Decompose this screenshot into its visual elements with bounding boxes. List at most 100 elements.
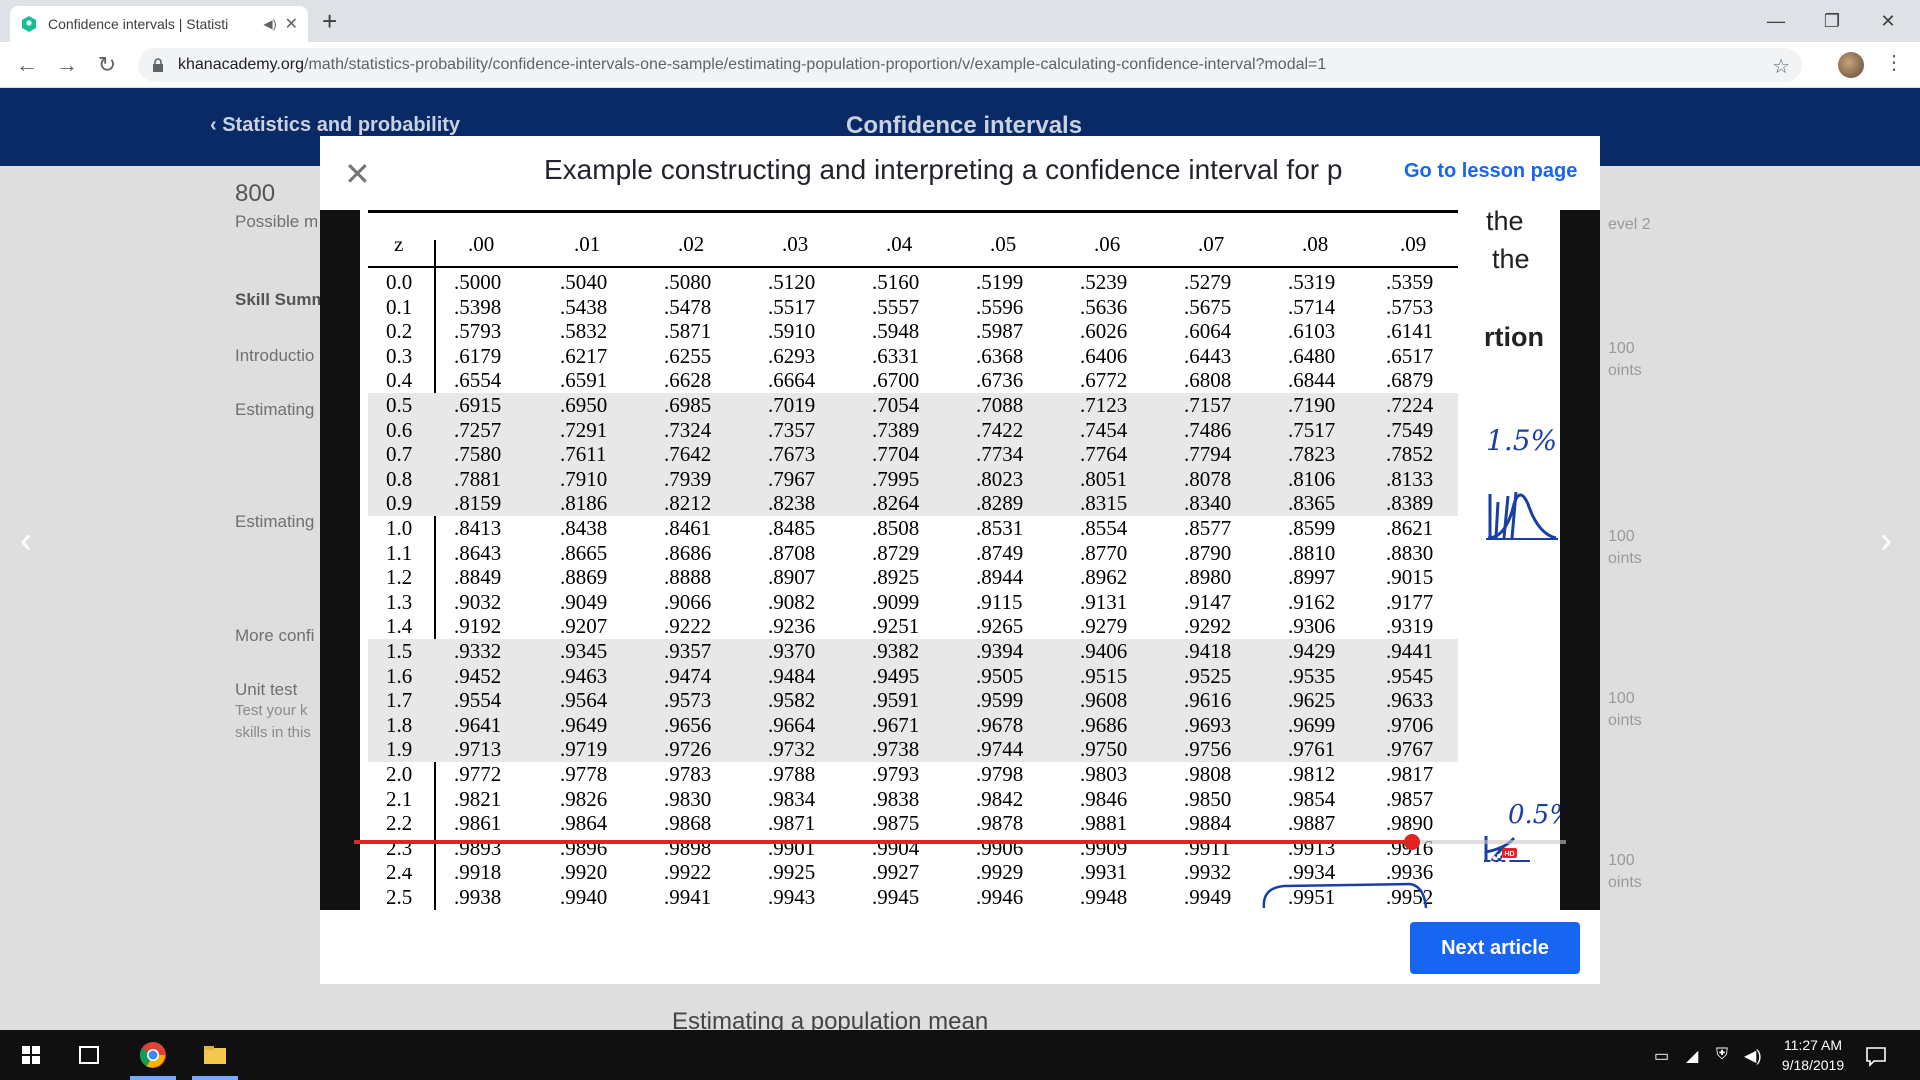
probability-cell: .9319	[1386, 614, 1434, 639]
probability-cell: .7357	[768, 417, 816, 442]
probability-cell: .9881	[1080, 811, 1128, 836]
speaker-icon[interactable]: ◀)	[1744, 1046, 1762, 1066]
breadcrumb-label: Statistics and probability	[222, 114, 461, 136]
tab-title: Confidence intervals | Statisti	[48, 16, 229, 32]
probability-cell: .9418	[1184, 639, 1232, 663]
battery-icon[interactable]: ▭	[1654, 1046, 1669, 1066]
probability-cell: .5714	[1288, 294, 1336, 319]
z-value-cell: 1.2	[386, 565, 413, 590]
next-article-button[interactable]: Next article	[1410, 922, 1580, 974]
settings-gear-icon[interactable]: HD	[1488, 848, 1518, 876]
audio-playing-icon[interactable]: ◀)	[263, 17, 276, 31]
close-window-icon[interactable]: ✕	[1860, 0, 1916, 42]
probability-cell: .7995	[872, 466, 920, 491]
probability-cell: .9778	[560, 762, 608, 786]
progress-scrubber[interactable]	[1404, 834, 1421, 850]
go-to-lesson-link[interactable]: Go to lesson page	[1404, 160, 1577, 183]
probability-cell: .8133	[1386, 466, 1434, 491]
video-player[interactable]: z .00 .01 .02 .03 .04 .05 .06 .07 .08 .09 0.0 .5000…	[320, 210, 1600, 910]
z-value-cell: 1.0	[386, 516, 413, 540]
bookmark-star-icon[interactable]: ☆	[1772, 54, 1790, 79]
previous-arrow-icon[interactable]: ‹	[20, 519, 32, 561]
profile-avatar[interactable]	[1838, 52, 1864, 78]
sidebar-item-estimating-1[interactable]: Estimating	[235, 400, 314, 420]
chrome-active-indicator	[130, 1076, 176, 1080]
probability-cell: .8810	[1288, 540, 1336, 565]
notifications-icon[interactable]	[1864, 1044, 1888, 1068]
reload-icon[interactable]: ↻	[92, 50, 122, 80]
probability-cell: .8790	[1184, 540, 1232, 565]
video-progress-bar[interactable]	[354, 834, 1566, 850]
windows-taskbar	[0, 1030, 1920, 1080]
probability-cell: .5319	[1288, 270, 1336, 294]
captions-icon[interactable]: CC	[1442, 854, 1464, 870]
security-shield-icon[interactable]: ⛨	[1716, 1046, 1728, 1064]
probability-cell: .7486	[1184, 417, 1232, 442]
table-row: 0.8 .7881 .7910 .7939 .7967 .7995 .8023 .8051 .8…	[368, 466, 1458, 492]
forward-icon[interactable]: →	[52, 50, 82, 80]
z-value-cell: 1.4	[386, 614, 413, 639]
browser-tab[interactable]: Confidence intervals | Statisti ◀) ✕	[10, 6, 308, 42]
probability-cell: .9772	[454, 762, 502, 786]
probability-cell: .6368	[976, 343, 1024, 368]
volume-icon[interactable]	[404, 852, 430, 876]
table-row: 0.9 .8159 .8186 .8212 .8238 .8264 .8289 .8315 .8…	[368, 491, 1458, 516]
wifi-icon[interactable]: ◢	[1686, 1046, 1698, 1066]
task-view-icon[interactable]	[72, 1038, 106, 1072]
probability-cell: .9798	[976, 762, 1024, 786]
close-modal-icon[interactable]: ✕	[344, 158, 371, 190]
sidebar-item-more-confidence[interactable]: More confi	[235, 626, 314, 646]
fullscreen-icon[interactable]	[1532, 852, 1554, 874]
probability-cell: .9854	[1288, 786, 1336, 811]
next-arrow-icon[interactable]: ›	[1880, 519, 1892, 561]
menu-icon[interactable]: ⋮	[1884, 50, 1904, 75]
probability-cell: .6915	[454, 393, 502, 417]
file-explorer-icon[interactable]	[198, 1038, 232, 1072]
sidebar-item-unit-test[interactable]: Unit test	[235, 680, 297, 700]
skill-summary-link[interactable]: Skill Summ	[235, 290, 327, 310]
probability-cell: .9943	[768, 885, 816, 909]
sidebar-item-estimating-2[interactable]: Estimating	[235, 512, 314, 532]
tab-close-icon[interactable]: ✕	[285, 14, 298, 34]
windows-start-icon[interactable]	[14, 1038, 48, 1072]
points-label-1: oints	[1608, 362, 1642, 379]
table-row: 0.6 .7257 .7291 .7324 .7357 .7389 .7422 .7454 .7…	[368, 417, 1458, 443]
table-row: 2.1 .9821 .9826 .9830 .9834 .9838 .9842 .9846 .9…	[368, 787, 1458, 812]
probability-cell: .9938	[454, 885, 502, 909]
probability-cell: .8599	[1288, 516, 1336, 540]
probability-cell: .9222	[664, 614, 712, 639]
chrome-icon[interactable]	[136, 1038, 170, 1072]
address-bar[interactable]: khanacademy.org/math/statistics-probabil…	[138, 48, 1802, 82]
back-icon[interactable]: ←	[12, 50, 42, 80]
play-icon[interactable]: ▶	[370, 848, 387, 874]
probability-cell: .9656	[664, 712, 712, 737]
column-header: .02	[678, 232, 705, 256]
probability-cell: .8944	[976, 565, 1024, 590]
slide-text-1: the	[1486, 210, 1524, 236]
probability-cell: .5398	[454, 294, 502, 319]
probability-cell: .7123	[1080, 393, 1128, 417]
table-row: 0.5 .6915 .6950 .6985 .7019 .7054 .7088 .7123 .7…	[368, 393, 1458, 418]
points-value-3: 100	[1608, 690, 1635, 707]
probability-cell: .9948	[1080, 885, 1128, 909]
probability-cell: .9826	[560, 786, 608, 811]
probability-cell: .9857	[1386, 786, 1434, 811]
probability-cell: .9066	[664, 589, 712, 614]
probability-cell: .7734	[976, 442, 1024, 467]
probability-cell: .9406	[1080, 639, 1128, 663]
probability-cell: .6293	[768, 343, 816, 368]
new-tab-icon[interactable]: +	[322, 6, 337, 36]
probability-cell: .8869	[560, 565, 608, 590]
breadcrumb[interactable]: ‹ Statistics and probability	[210, 114, 460, 137]
system-clock[interactable]: 11:27 AM 9/18/2019	[1768, 1035, 1858, 1075]
probability-cell: .9279	[1080, 614, 1128, 639]
minimize-icon[interactable]: —	[1748, 0, 1804, 42]
probability-cell: .8315	[1080, 491, 1128, 516]
probability-cell: .9582	[768, 688, 816, 713]
probability-cell: .9099	[872, 589, 920, 614]
probability-cell: .5359	[1386, 270, 1434, 294]
table-row: 0.0 .5000 .5040 .5080 .5120 .5160 .5199 .5239 .5…	[368, 270, 1458, 295]
sidebar-item-introduction[interactable]: Introductio	[235, 346, 314, 366]
maximize-icon[interactable]: ❐	[1804, 0, 1860, 42]
probability-cell: .7054	[872, 393, 920, 417]
